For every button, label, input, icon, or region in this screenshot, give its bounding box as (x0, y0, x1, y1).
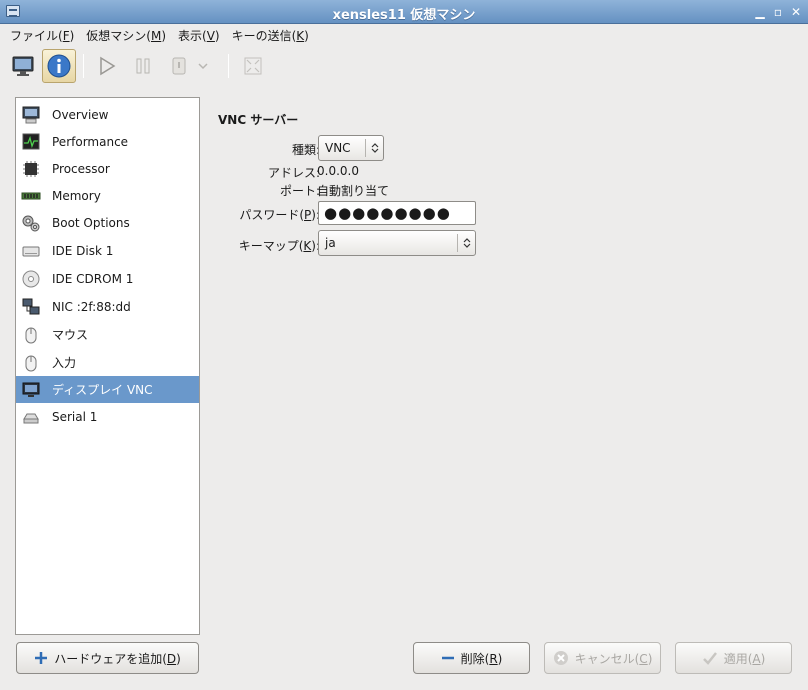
fullscreen-icon (244, 57, 262, 75)
toolbar (0, 46, 808, 88)
menu-send-key[interactable]: キーの送信(K) (226, 24, 315, 46)
cancel-icon (553, 650, 569, 666)
gears-icon (20, 212, 42, 234)
apply-button[interactable]: 適用(A) (675, 642, 792, 674)
processor-icon (20, 158, 42, 180)
power-icon (172, 57, 186, 75)
keymap-select[interactable]: ja (318, 230, 476, 256)
display-icon (20, 379, 42, 401)
info-icon (47, 54, 71, 78)
title-bar[interactable]: xensles11 仮想マシン ▁ ▫ ✕ (0, 0, 808, 24)
memory-icon (20, 185, 42, 207)
port-value: 自動割り当て (317, 184, 390, 198)
sidebar-item-nic[interactable]: NIC :2f:88:dd (16, 293, 199, 320)
password-label: パスワード(P): (239, 208, 320, 222)
window-title: xensles11 仮想マシン (332, 8, 476, 23)
menu-bar: ファイル(F) 仮想マシン(M) 表示(V) キーの送信(K) (0, 24, 808, 46)
menu-file[interactable]: ファイル(F) (4, 24, 80, 46)
maximize-icon[interactable]: ▫ (770, 4, 786, 20)
toolbar-separator (83, 54, 84, 78)
mouse-icon (20, 324, 42, 346)
sidebar-item-overview[interactable]: Overview (16, 101, 199, 128)
checkmark-icon (702, 650, 718, 666)
address-label: アドレス: (267, 166, 320, 180)
spin-arrows-icon (457, 234, 475, 252)
minus-icon (441, 651, 455, 665)
plus-icon (34, 651, 48, 665)
address-value: 0.0.0.0 (317, 164, 359, 178)
keymap-label: キーマップ(K): (238, 239, 320, 253)
type-label: 種類: (291, 143, 320, 157)
close-icon[interactable]: ✕ (788, 4, 804, 20)
remove-button[interactable]: 削除(R) (413, 642, 530, 674)
sidebar-item-display-vnc[interactable]: ディスプレイ VNC (16, 376, 199, 403)
sidebar-item-performance[interactable]: Performance (16, 128, 199, 155)
sidebar-item-ide-disk[interactable]: IDE Disk 1 (16, 237, 199, 264)
port-label: ポート: (279, 184, 320, 198)
menu-view[interactable]: 表示(V) (172, 24, 226, 46)
play-icon (100, 56, 116, 76)
details-button[interactable] (42, 49, 76, 83)
disk-icon (20, 240, 42, 262)
toolbar-separator (228, 54, 229, 78)
cancel-button[interactable]: キャンセル(C) (544, 642, 661, 674)
network-icon (20, 296, 42, 318)
cdrom-icon (20, 268, 42, 290)
vnc-details-panel: VNC サーバー 種類: VNC アドレス: 0.0.0.0 ポート: 自動割り… (212, 100, 792, 620)
hardware-list[interactable]: Overview Performance Processor Memory Bo… (15, 97, 200, 635)
menu-virtual-machine[interactable]: 仮想マシン(M) (80, 24, 172, 46)
type-select[interactable]: VNC (318, 135, 384, 161)
run-button[interactable] (90, 49, 124, 83)
performance-icon (20, 131, 42, 153)
spin-arrows-icon (365, 139, 383, 157)
serial-icon (20, 406, 42, 428)
sidebar-item-ide-cdrom[interactable]: IDE CDROM 1 (16, 265, 199, 292)
sidebar-item-processor[interactable]: Processor (16, 155, 199, 182)
sidebar-item-input[interactable]: 入力 (16, 349, 199, 376)
pause-button[interactable] (126, 49, 160, 83)
chevron-down-icon (198, 63, 208, 70)
mouse-icon (20, 352, 42, 374)
shutdown-button[interactable] (162, 49, 196, 83)
computer-icon (20, 104, 42, 126)
console-button[interactable] (6, 49, 40, 83)
sidebar-item-serial[interactable]: Serial 1 (16, 403, 199, 430)
sidebar-item-boot-options[interactable]: Boot Options (16, 209, 199, 236)
monitor-icon (12, 56, 34, 76)
minimize-icon[interactable]: ▁ (752, 4, 768, 20)
fullscreen-button[interactable] (236, 49, 270, 83)
sidebar-item-memory[interactable]: Memory (16, 182, 199, 209)
shutdown-menu-button[interactable] (193, 49, 213, 83)
password-input[interactable]: ●●●●●●●●● (318, 201, 476, 225)
sidebar-item-mouse[interactable]: マウス (16, 321, 199, 348)
pause-icon (136, 58, 150, 74)
add-hardware-button[interactable]: ハードウェアを追加(D) (16, 642, 199, 674)
section-title: VNC サーバー (218, 113, 299, 127)
